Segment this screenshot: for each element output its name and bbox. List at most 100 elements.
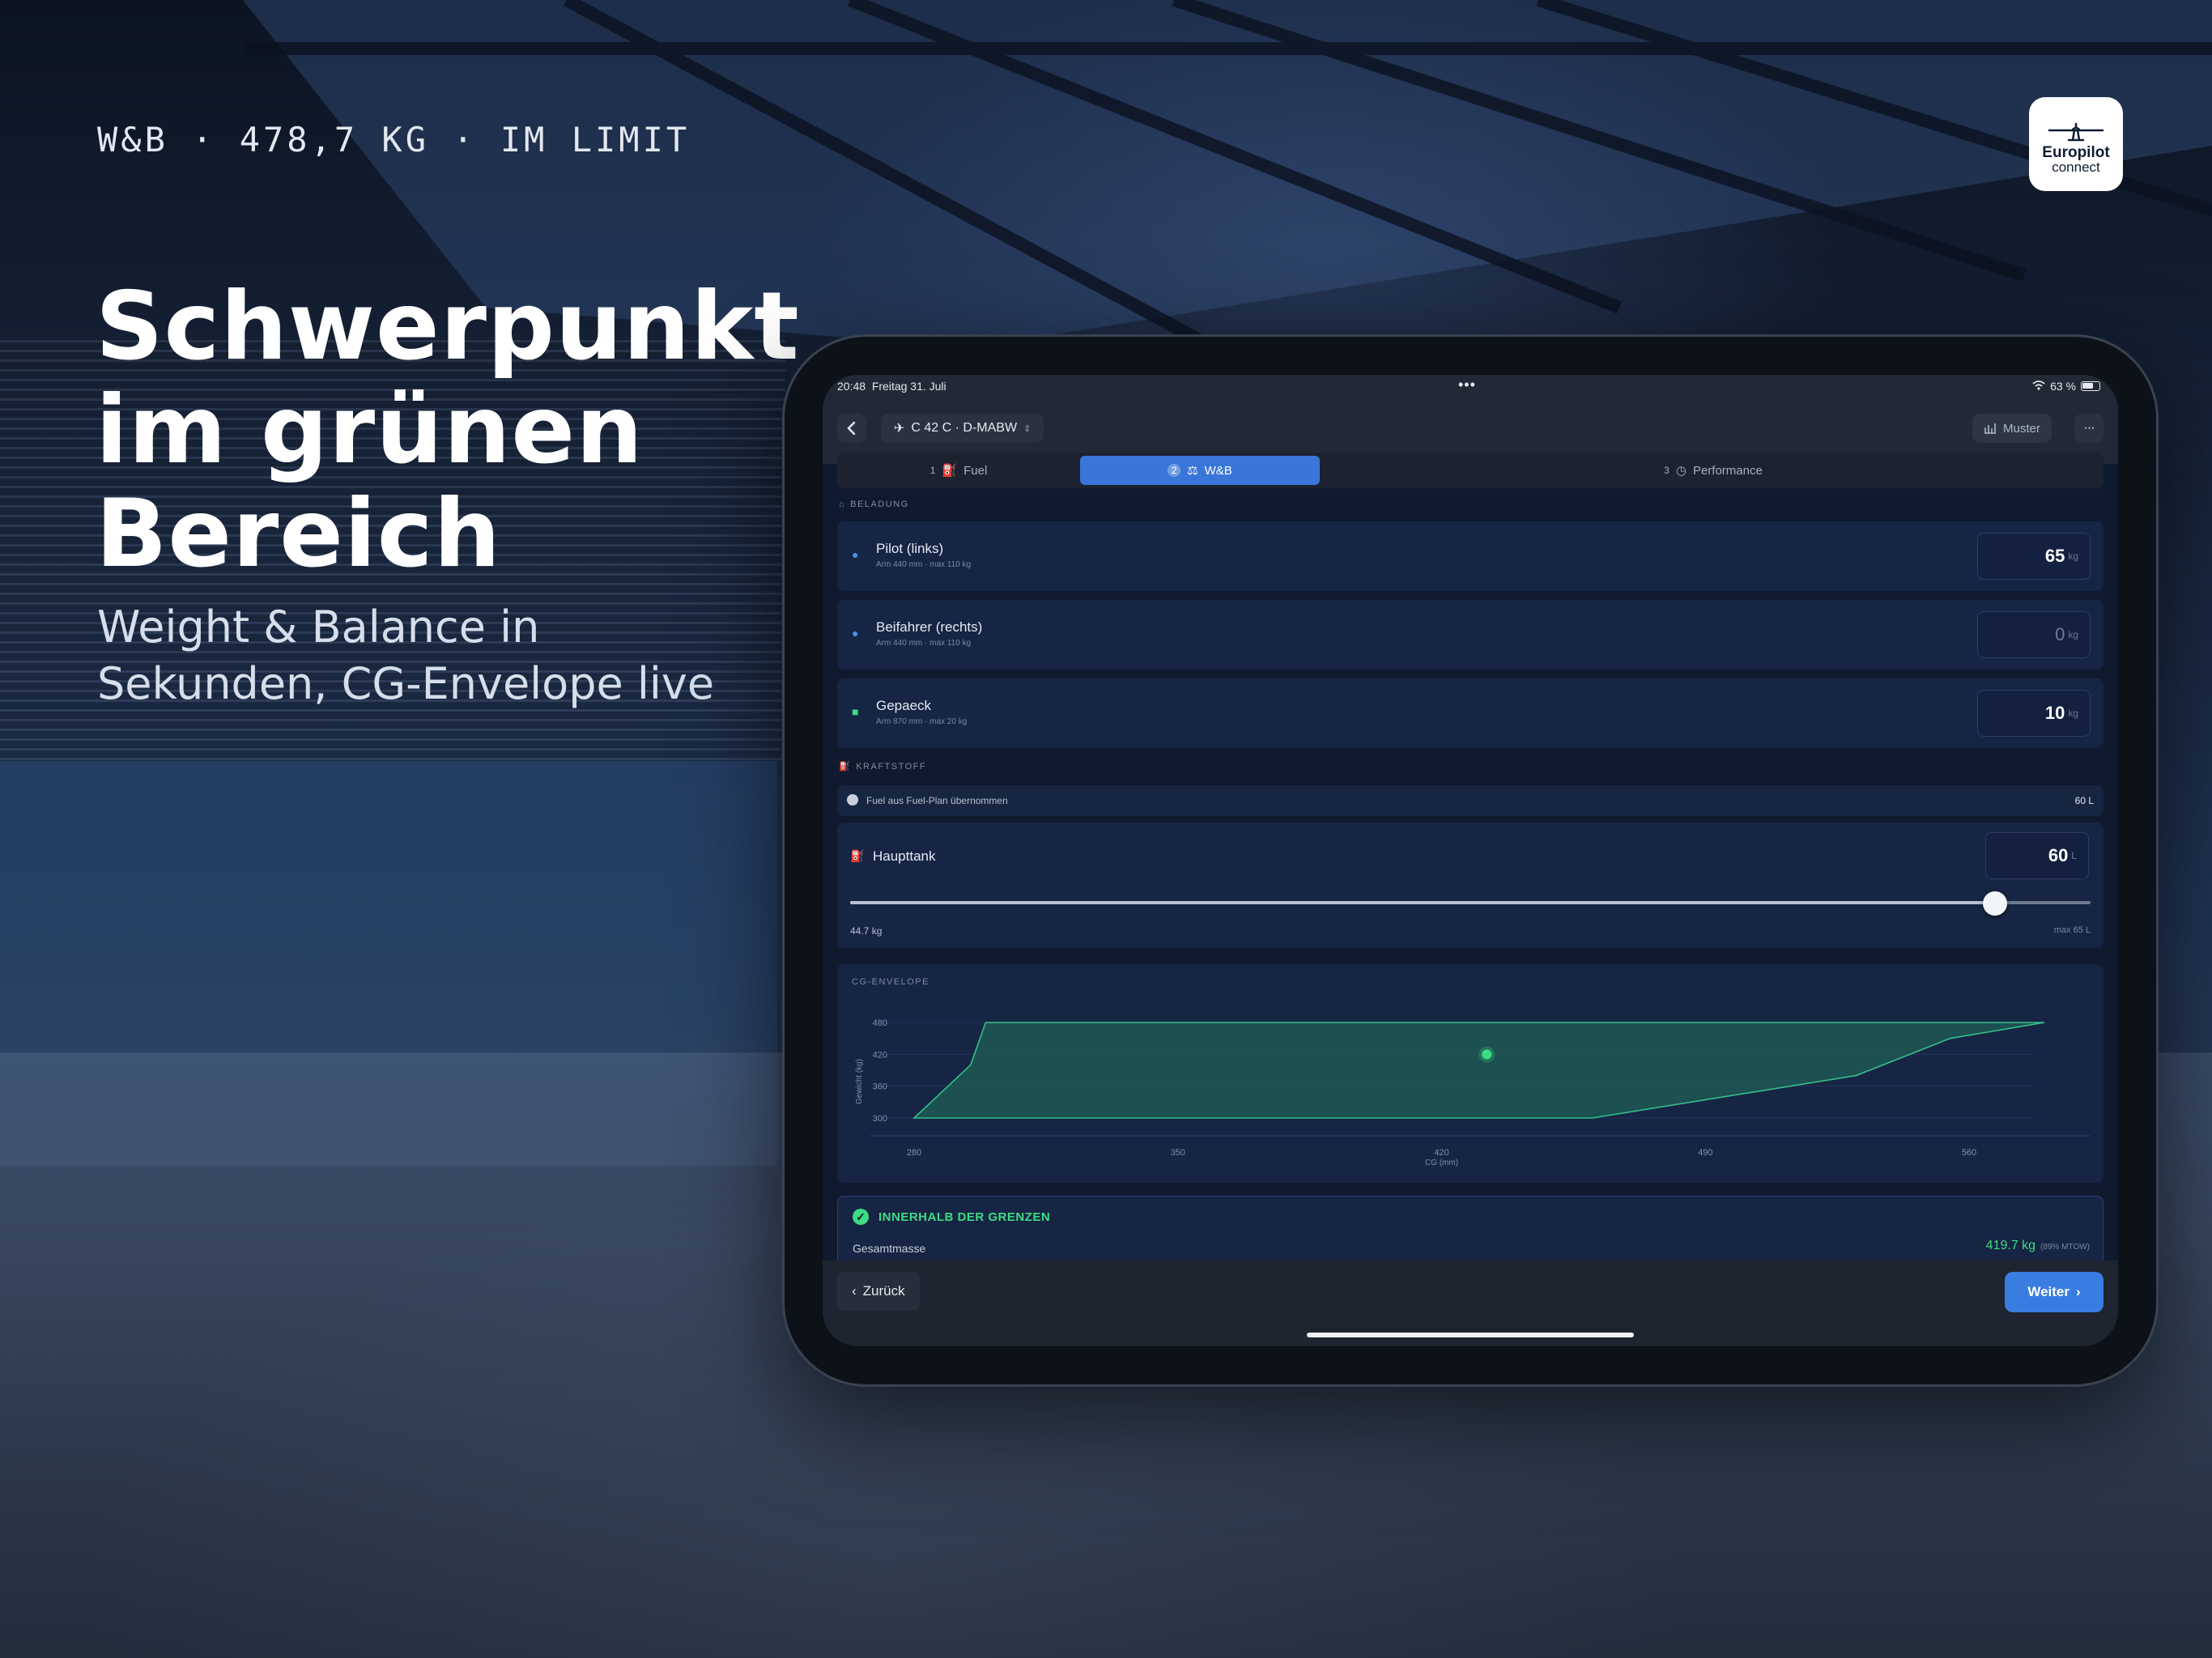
- battery-percent: 63 %: [2050, 380, 2076, 393]
- fuel-pump-icon: ⛽: [839, 762, 852, 772]
- aircraft-selector[interactable]: ✈ C 42 C · D-MABW ⇕: [881, 414, 1044, 443]
- status-bar: 20:48 Freitag 31. Juli ••• 63 %: [823, 375, 2118, 397]
- tab-performance[interactable]: 3 ◷ Performance: [1323, 456, 2104, 485]
- multitask-dots[interactable]: •••: [1458, 376, 1476, 393]
- y-tick-label: 300: [873, 1114, 887, 1124]
- tank-liters-input[interactable]: 60 L: [1985, 832, 2089, 879]
- section-label: KRAFTSTOFF: [856, 761, 927, 772]
- battery-icon: [2081, 381, 2100, 391]
- input-value: 10: [2044, 703, 2065, 723]
- chevron-right-icon: ›: [2075, 1284, 2081, 1299]
- load-sub: Arm 440 mm · max 110 kg: [876, 560, 972, 569]
- fuel-plan-row[interactable]: Fuel aus Fuel-Plan übernommen 60 L: [837, 785, 2104, 816]
- tank-name: Haupttank: [873, 848, 936, 864]
- chevron-updown-icon: ⇕: [1023, 423, 1032, 434]
- step-tabs: 1 ⛽ Fuel 2 ⚖ W&B 3 ◷ Performance: [837, 453, 2104, 488]
- check-circle-icon: ✓: [853, 1209, 869, 1225]
- muster-button[interactable]: Muster: [1972, 414, 2052, 443]
- check-circle-icon: [847, 794, 858, 806]
- back-nav-button[interactable]: [837, 414, 866, 443]
- person-icon: ●: [852, 548, 859, 561]
- x-tick-label: 560: [1962, 1148, 1976, 1158]
- home-indicator: [1307, 1333, 1634, 1337]
- gauge-icon: ◷: [1675, 464, 1687, 478]
- tab-fuel[interactable]: 1 ⛽ Fuel: [837, 456, 1080, 485]
- tank-max: max 65 L: [2053, 925, 2091, 935]
- step-label: Performance: [1692, 463, 1763, 478]
- subline-line: Sekunden, CG-Envelope live: [97, 658, 715, 709]
- back-button[interactable]: ‹ Zurück: [837, 1272, 920, 1311]
- x-tick-label: 420: [1434, 1148, 1448, 1158]
- subline-line: Weight & Balance in: [97, 602, 540, 653]
- muster-label: Muster: [2003, 421, 2040, 436]
- luggage-icon: ■: [852, 705, 859, 718]
- x-axis-label: CG (mm): [1425, 1158, 1458, 1167]
- mass-value-wrap: 419.7 kg (89% MTOW): [1986, 1239, 2090, 1253]
- load-row-pilot: ● Pilot (links) Arm 440 mm · max 110 kg …: [837, 521, 2104, 591]
- input-value: 0: [2055, 624, 2065, 644]
- next-label: Weiter: [2027, 1284, 2069, 1299]
- logo-sub: connect: [2052, 159, 2100, 175]
- fuel-slider-track[interactable]: [850, 901, 2091, 904]
- fuel-plan-value: 60 L: [2074, 795, 2094, 806]
- passenger-weight-input[interactable]: 0 kg: [1977, 611, 2091, 658]
- fuel-pump-icon: ⛽: [850, 849, 865, 862]
- input-value: 65: [2044, 546, 2065, 566]
- y-tick-label: 480: [873, 1018, 887, 1028]
- back-label: Zurück: [862, 1283, 905, 1299]
- y-tick-label: 360: [873, 1082, 887, 1092]
- step-number: 2: [1168, 464, 1181, 477]
- input-unit: kg: [2068, 629, 2078, 640]
- fuel-pump-icon: ⛽: [942, 464, 958, 478]
- headline-line: im grünen: [96, 376, 644, 485]
- weight-icon: ⌂: [839, 500, 846, 509]
- aircraft-label: C 42 C · D-MABW: [911, 421, 1018, 435]
- mass-label: Gesamtmasse: [853, 1242, 926, 1255]
- load-sub: Arm 870 mm · max 20 kg: [876, 717, 968, 726]
- headline-line: Bereich: [96, 479, 502, 589]
- step-number: 3: [1664, 465, 1670, 476]
- input-unit: L: [2071, 850, 2077, 861]
- headline-line: Schwerpunkt: [96, 272, 800, 381]
- input-unit: kg: [2068, 708, 2078, 719]
- tank-weight: 44.7 kg: [850, 925, 883, 937]
- tab-wb[interactable]: 2 ⚖ W&B: [1080, 456, 1320, 485]
- envelope-label: CG-ENVELOPE: [852, 977, 929, 987]
- weight-icon: ⚖: [1187, 464, 1198, 478]
- result-status: INNERHALB DER GRENZEN: [878, 1210, 1051, 1224]
- plane-icon: ✈: [894, 422, 905, 436]
- cg-point: [1482, 1049, 1492, 1060]
- x-tick-label: 350: [1171, 1148, 1185, 1158]
- status-right: 63 %: [2032, 380, 2100, 393]
- fuel-plan-label: Fuel aus Fuel-Plan übernommen: [866, 795, 1008, 806]
- person-icon: ●: [852, 627, 859, 640]
- load-sub: Arm 440 mm · max 110 kg: [876, 639, 972, 648]
- mass-pct: (89% MTOW): [2040, 1243, 2090, 1252]
- envelope-area: [912, 1022, 2045, 1119]
- hero-tag: W&B · 478,7 KG · IM LIMIT: [97, 120, 691, 159]
- chevron-left-icon: ‹: [852, 1283, 857, 1299]
- status-time: 20:48 Freitag 31. Juli: [837, 380, 946, 393]
- bar-chart-icon: [1984, 423, 1996, 434]
- x-tick-label: 280: [907, 1148, 921, 1158]
- section-kraftstoff: ⛽ KRAFTSTOFF: [839, 761, 926, 772]
- app-screen: 20:48 Freitag 31. Juli ••• 63 % ✈ C 42 C…: [823, 375, 2118, 1346]
- fuel-slider-thumb[interactable]: [1983, 891, 2008, 916]
- fuel-slider-fill: [850, 901, 1996, 904]
- input-value: 60: [2048, 845, 2069, 865]
- luggage-weight-input[interactable]: 10 kg: [1977, 690, 2091, 737]
- y-tick-label: 420: [873, 1050, 887, 1060]
- section-label: BELADUNG: [850, 500, 909, 509]
- more-button[interactable]: ···: [2074, 414, 2104, 443]
- load-row-passenger: ● Beifahrer (rechts) Arm 440 mm · max 11…: [837, 600, 2104, 670]
- load-row-luggage: ■ Gepaeck Arm 870 mm · max 20 kg 10 kg: [837, 678, 2104, 748]
- tank-card: ⛽ Haupttank 60 L 44.7 kg max 65 L: [837, 823, 2104, 948]
- y-axis-label: Gewicht (kg): [855, 1059, 864, 1104]
- pilot-weight-input[interactable]: 65 kg: [1977, 533, 2091, 580]
- load-name: Beifahrer (rechts): [876, 619, 983, 635]
- next-button[interactable]: Weiter ›: [2005, 1272, 2104, 1312]
- input-unit: kg: [2068, 551, 2078, 562]
- app-logo: Europilot connect: [2029, 97, 2123, 191]
- mass-value: 419.7 kg: [1985, 1239, 2036, 1252]
- subline: Weight & Balance in Sekunden, CG-Envelop…: [97, 599, 826, 712]
